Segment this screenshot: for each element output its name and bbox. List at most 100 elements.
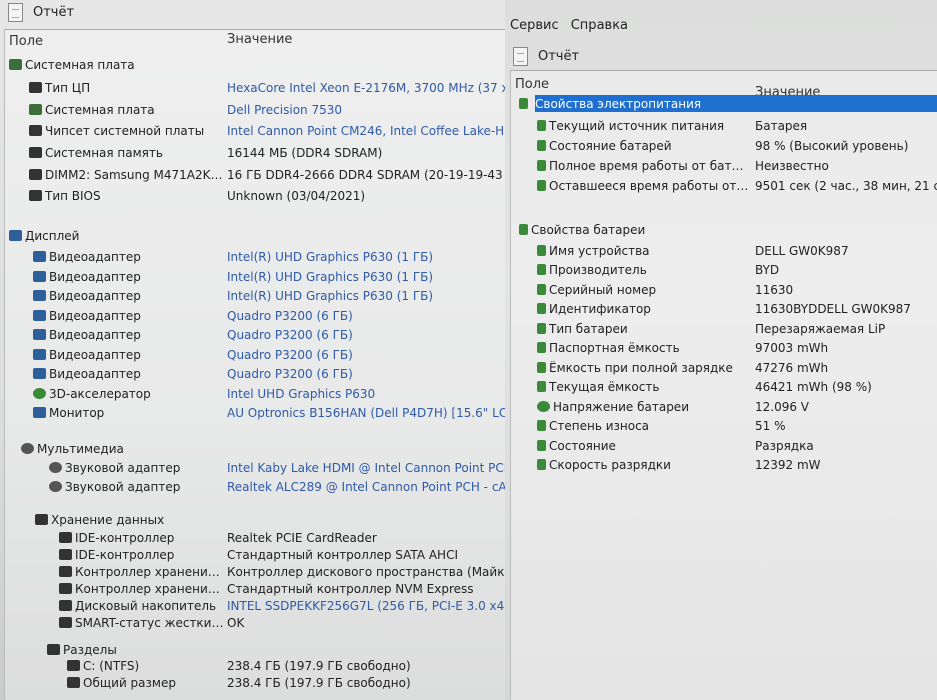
report-label: Отчёт xyxy=(538,48,580,64)
list-item[interactable]: Степень износа 51 % xyxy=(511,417,937,434)
battery-icon xyxy=(537,323,546,334)
list-item[interactable]: IDE-контроллер Стандартный контроллер SAT… xyxy=(5,546,505,563)
field-value: Intel Kaby Lake HDMI @ Intel Cannon Poin… xyxy=(227,460,505,475)
list-item[interactable]: Системная плата Dell Precision 7530 xyxy=(5,101,505,118)
list-item[interactable]: Видеоадаптер Intel(R) UHD Graphics P630 (… xyxy=(5,268,505,285)
gpu-icon xyxy=(33,310,46,321)
list-item[interactable]: Чипсет системной платы Intel Cannon Point… xyxy=(5,122,505,139)
field-label: Звуковой адаптер xyxy=(65,460,181,475)
list-item[interactable]: Состояние батарей 98 % (Высокий уровень) xyxy=(511,137,937,154)
section-header[interactable]: Хранение данных xyxy=(5,511,505,528)
list-item[interactable]: Напряжение батареи 12.096 V xyxy=(511,398,937,415)
list-item[interactable]: Видеоадаптер Quadro P3200 (6 ГБ) xyxy=(5,326,505,343)
list-item[interactable]: Видеоадаптер Intel(R) UHD Graphics P630 (… xyxy=(5,287,505,304)
list-item[interactable]: Скорость разрядки 12392 mW xyxy=(511,456,937,473)
field-label: Видеоадаптер xyxy=(49,288,141,303)
list-item[interactable]: Видеоадаптер Quadro P3200 (6 ГБ) xyxy=(5,346,505,363)
gpu-icon xyxy=(33,251,46,262)
section-header[interactable]: Системная плата xyxy=(5,56,505,73)
field-label: Контроллер хранения данн... xyxy=(75,564,225,579)
field-label: Видеоадаптер xyxy=(49,366,141,381)
list-item[interactable]: Контроллер хранения данн...Контроллер ди… xyxy=(5,563,505,580)
column-header-field[interactable]: Поле xyxy=(515,77,549,92)
list-item[interactable]: Общий размер 238.4 ГБ (197.9 ГБ свободно) xyxy=(5,674,505,691)
list-item[interactable]: Дисковый накопитель INTEL SSDPEKKF256G7L … xyxy=(5,597,505,614)
battery-icon xyxy=(537,303,546,314)
field-value: Intel Cannon Point CM246, Intel Coffee L… xyxy=(227,123,505,138)
report-button[interactable]: Отчёт xyxy=(0,0,505,24)
battery-icon xyxy=(537,284,546,295)
report-button[interactable]: Отчёт xyxy=(505,44,937,68)
list-item[interactable]: Текущий источник питания Батарея xyxy=(511,117,937,134)
battery-icon xyxy=(537,180,546,191)
field-label: Хранение данных xyxy=(51,512,165,527)
list-item[interactable]: Идентификатор 11630BYDDELL GW0K987 xyxy=(511,300,937,317)
menu-help[interactable]: Справка xyxy=(571,18,628,33)
section-header[interactable]: Мультимедиа xyxy=(5,440,505,457)
list-item[interactable]: Текущая ёмкость 46421 mWh (98 %) xyxy=(511,378,937,395)
menu-bar: Сервис Справка xyxy=(510,18,636,33)
report-list: Поле Значение Системная плата Тип ЦП Hexa… xyxy=(4,29,505,700)
list-item[interactable]: Тип ЦП HexaCore Intel Xeon E-2176M, 3700 … xyxy=(5,79,505,96)
list-item[interactable]: Полное время работы от бата... Неизвестно xyxy=(511,157,937,174)
battery-icon xyxy=(537,420,546,431)
section-header[interactable]: Свойства батареи xyxy=(511,221,937,238)
list-item[interactable]: Контроллер хранения данн...Стандартный к… xyxy=(5,580,505,597)
field-value: Realtek ALC289 @ Intel Cannon Point PCH … xyxy=(227,479,505,494)
list-item[interactable]: Оставшееся время работы от ... 9501 сек (… xyxy=(511,177,937,194)
list-item[interactable]: Тип батареи Перезаряжаемая LiP xyxy=(511,320,937,337)
section-header[interactable]: Свойства электропитания xyxy=(511,95,937,112)
bios-icon xyxy=(29,190,42,201)
memory-icon xyxy=(29,147,42,158)
list-item[interactable]: Имя устройства DELL GW0K987 xyxy=(511,242,937,259)
list-item[interactable]: Производитель BYD xyxy=(511,261,937,278)
column-header-value[interactable]: Значение xyxy=(227,32,292,47)
field-label: Состояние xyxy=(549,438,616,453)
section-header[interactable]: Разделы xyxy=(5,641,505,658)
list-item[interactable]: C: (NTFS) 238.4 ГБ (197.9 ГБ свободно) xyxy=(5,657,505,674)
field-label: Тип батареи xyxy=(549,321,628,336)
motherboard-icon xyxy=(9,59,22,70)
list-item[interactable]: Видеоадаптер Quadro P3200 (6 ГБ) xyxy=(5,307,505,324)
field-label: IDE-контроллер xyxy=(75,530,175,545)
field-value: 51 % xyxy=(755,418,786,433)
storage-icon xyxy=(35,514,48,525)
list-item[interactable]: SMART-статус жестких диск...OK xyxy=(5,614,505,631)
voltage-icon xyxy=(537,401,550,412)
field-value: INTEL SSDPEKKF256G7L (256 ГБ, PCI-E 3.0 … xyxy=(227,598,505,613)
list-item[interactable]: Монитор AU Optronics B156HAN (Dell P4D7H)… xyxy=(5,404,505,421)
field-label: Текущий источник питания xyxy=(549,118,725,133)
list-item[interactable]: Видеоадаптер Intel(R) UHD Graphics P630 (… xyxy=(5,248,505,265)
field-label: Скорость разрядки xyxy=(549,457,671,472)
report-document-icon xyxy=(513,46,528,66)
field-value: AU Optronics B156HAN (Dell P4D7H) [15.6"… xyxy=(227,405,505,420)
list-item[interactable]: 3D-акселератор Intel UHD Graphics P630 xyxy=(5,385,505,402)
list-item[interactable]: Тип BIOS Unknown (03/04/2021) xyxy=(5,187,505,204)
menu-service[interactable]: Сервис xyxy=(510,18,559,33)
field-value: 46421 mWh (98 %) xyxy=(755,379,872,394)
field-label: Разделы xyxy=(63,642,117,657)
list-item[interactable]: Серийный номер 11630 xyxy=(511,281,937,298)
disk-icon xyxy=(67,660,80,671)
list-item[interactable]: Звуковой адаптер Intel Kaby Lake HDMI @ I… xyxy=(5,459,505,476)
battery-icon xyxy=(537,362,546,373)
list-item[interactable]: IDE-контроллер Realtek PCIE CardReader xyxy=(5,529,505,546)
list-item[interactable]: Видеоадаптер Quadro P3200 (6 ГБ) xyxy=(5,365,505,382)
column-header-field[interactable]: Поле xyxy=(9,34,43,49)
field-label: Мультимедиа xyxy=(37,441,124,456)
list-item[interactable]: Состояние Разрядка xyxy=(511,437,937,454)
list-item[interactable]: Системная память 16144 МБ (DDR4 SDRAM) xyxy=(5,144,505,161)
field-value: Unknown (03/04/2021) xyxy=(227,188,366,203)
field-label: Системная плата xyxy=(25,57,135,72)
field-label: Свойства электропитания xyxy=(535,96,702,111)
list-item[interactable]: Звуковой адаптер Realtek ALC289 @ Intel C… xyxy=(5,478,505,495)
field-label: Текущая ёмкость xyxy=(549,379,660,394)
list-item[interactable]: DIMM2: Samsung M471A2K4... 16 ГБ DDR4-266… xyxy=(5,166,505,183)
section-header[interactable]: Дисплей xyxy=(5,227,505,244)
list-item[interactable]: Паспортная ёмкость 97003 mWh xyxy=(511,339,937,356)
list-item[interactable]: Ёмкость при полной зарядке 47276 mWh xyxy=(511,359,937,376)
field-value: Quadro P3200 (6 ГБ) xyxy=(227,347,353,362)
xbox-icon xyxy=(33,388,46,399)
gpu-icon xyxy=(33,271,46,282)
field-value: DELL GW0K987 xyxy=(755,243,849,258)
